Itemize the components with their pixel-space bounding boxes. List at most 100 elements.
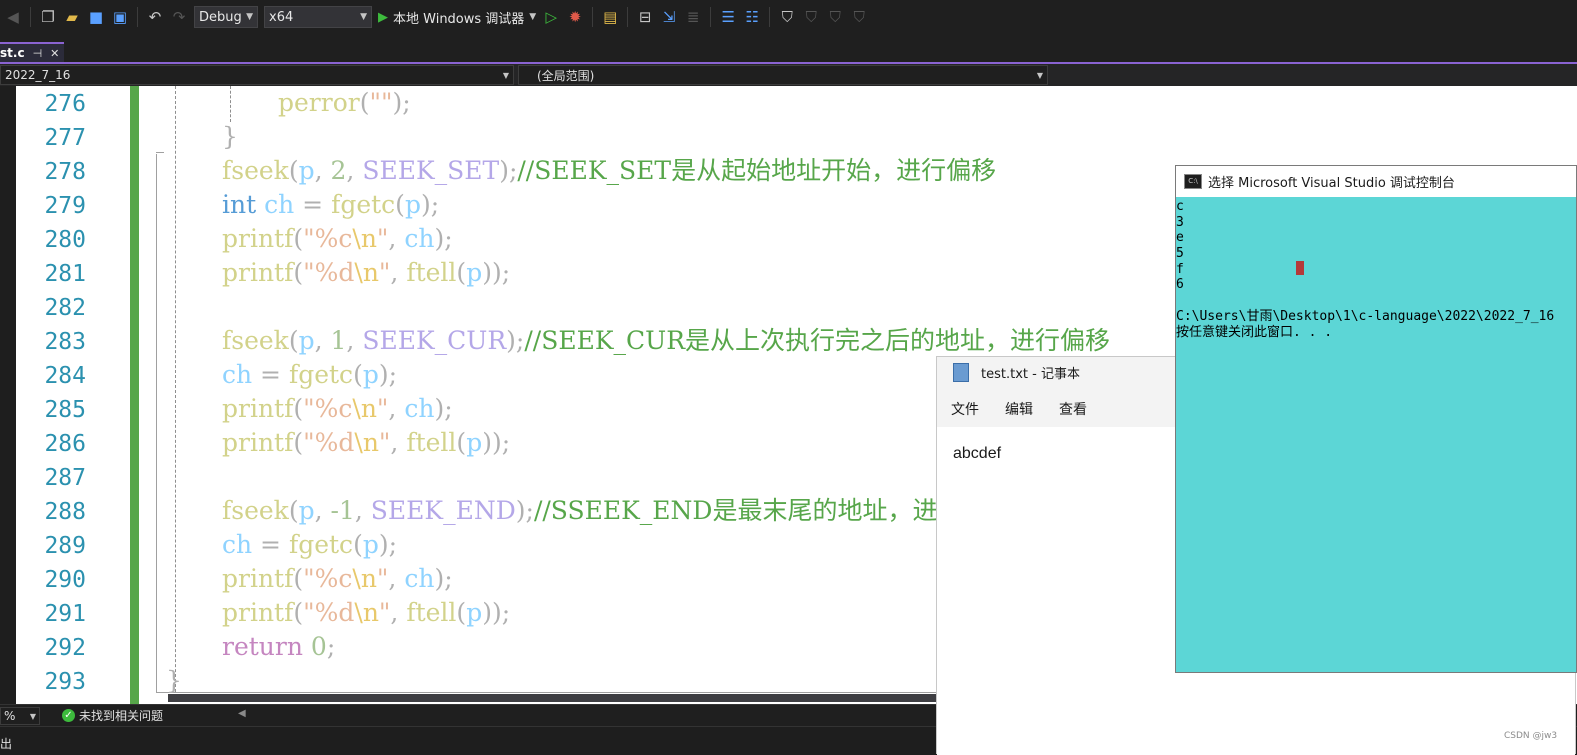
console-line: C:\Users\甘雨\Desktop\1\c-language\2022\20… bbox=[1176, 308, 1555, 324]
step-icon[interactable]: ⇲ bbox=[660, 8, 678, 26]
code-token: ); bbox=[378, 530, 398, 559]
code-token: } bbox=[166, 666, 182, 695]
code-token: " bbox=[378, 428, 391, 457]
line-number: 277 bbox=[44, 125, 86, 151]
config-select[interactable]: Debug ▼ bbox=[194, 6, 258, 28]
console-line: f bbox=[1176, 261, 1184, 277]
debug-console-window[interactable]: C:\ 选择 Microsoft Visual Studio 调试控制台 c 3… bbox=[1175, 165, 1577, 673]
hot-reload-icon[interactable]: ✹ bbox=[566, 8, 584, 26]
toolbar-separator bbox=[769, 7, 771, 27]
code-token: SEEK_CUR bbox=[362, 326, 507, 355]
scroll-left-icon[interactable]: ◀ bbox=[238, 708, 246, 719]
line-number: 292 bbox=[44, 635, 86, 661]
console-line: 6 bbox=[1176, 277, 1184, 293]
code-token: ( bbox=[293, 598, 304, 627]
comment-icon[interactable]: ☷ bbox=[743, 8, 761, 26]
bookmark-next-icon[interactable]: ⛉ bbox=[826, 8, 844, 26]
platform-select[interactable]: x64 ▼ bbox=[264, 6, 372, 28]
code-token: = bbox=[294, 190, 332, 219]
run-label: 本地 Windows 调试器 bbox=[393, 11, 525, 27]
pin-icon[interactable]: ⊣ bbox=[33, 47, 43, 60]
code-token: )); bbox=[482, 258, 511, 287]
code-token: p bbox=[298, 156, 315, 185]
code-token: printf bbox=[222, 428, 294, 457]
code-token: p bbox=[466, 428, 483, 457]
line-number: 281 bbox=[44, 261, 86, 287]
close-icon[interactable]: ✕ bbox=[50, 47, 59, 60]
line-number: 276 bbox=[44, 91, 86, 117]
code-token: p bbox=[298, 326, 315, 355]
indent-icon[interactable]: ☰ bbox=[719, 8, 737, 26]
back-icon[interactable]: ◀ bbox=[4, 8, 22, 26]
code-line: fseek(p, -1, SEEK_END);//SSEEK_END是最末尾的地… bbox=[222, 494, 937, 528]
new-project-icon[interactable]: ❐ bbox=[39, 8, 57, 26]
scope-dropdown[interactable]: (全局范围) ▼ bbox=[518, 65, 1048, 85]
output-label[interactable]: 出 bbox=[0, 735, 12, 752]
bookmark-clear-icon[interactable]: ⛉ bbox=[850, 8, 868, 26]
line-number: 285 bbox=[44, 397, 86, 423]
code-token: \n bbox=[352, 564, 377, 593]
open-file-icon[interactable]: ▰ bbox=[63, 8, 81, 26]
fold-marker bbox=[156, 152, 164, 153]
save-icon[interactable]: ■ bbox=[87, 8, 105, 26]
solution-explorer-icon[interactable]: ▤ bbox=[601, 8, 619, 26]
code-token: )); bbox=[482, 428, 511, 457]
code-token: )); bbox=[482, 598, 511, 627]
code-token: , bbox=[354, 496, 371, 525]
console-output[interactable]: c 3 e 5 f 6 C:\Users\甘雨\Desktop\1\c-lang… bbox=[1176, 199, 1576, 340]
code-token: ( bbox=[288, 156, 299, 185]
code-token: ); bbox=[434, 394, 453, 423]
save-all-icon[interactable]: ▣ bbox=[111, 8, 129, 26]
code-token: p bbox=[466, 258, 483, 287]
menu-file[interactable]: 文件 bbox=[951, 399, 979, 419]
code-token: ( bbox=[293, 564, 304, 593]
notepad-title: test.txt - 记事本 bbox=[981, 366, 1080, 382]
code-token: fgetc bbox=[288, 360, 354, 389]
chevron-down-icon: ▼ bbox=[502, 70, 509, 80]
code-token: , bbox=[390, 428, 407, 457]
code-token: " bbox=[376, 564, 389, 593]
code-token: printf bbox=[222, 598, 294, 627]
bookmark-icon[interactable]: ⛉ bbox=[778, 8, 796, 26]
issues-status[interactable]: ✓ 未找到相关问题 bbox=[62, 707, 163, 724]
code-token: printf bbox=[222, 258, 294, 287]
line-number: 290 bbox=[44, 567, 86, 593]
bookmark-prev-icon[interactable]: ⛉ bbox=[802, 8, 820, 26]
menu-edit[interactable]: 编辑 bbox=[1005, 399, 1033, 419]
notepad-icon bbox=[953, 362, 969, 382]
code-token: , bbox=[314, 156, 331, 185]
code-token: ); bbox=[515, 496, 534, 525]
console-line: 按任意键关闭此窗口. . . bbox=[1176, 324, 1333, 340]
code-token: "" bbox=[369, 88, 393, 117]
code-token: 0 bbox=[310, 632, 327, 661]
start-debugger-button[interactable]: ▶ 本地 Windows 调试器 ▼ bbox=[378, 8, 536, 27]
code-token: , bbox=[390, 258, 407, 287]
code-token: "%c bbox=[303, 394, 353, 423]
code-token: -1 bbox=[330, 496, 355, 525]
console-titlebar[interactable]: C:\ 选择 Microsoft Visual Studio 调试控制台 bbox=[1176, 166, 1576, 197]
redo-icon[interactable]: ↷ bbox=[170, 8, 188, 26]
code-token: SEEK_END bbox=[370, 496, 516, 525]
browser-link-icon[interactable]: ⊟ bbox=[636, 8, 654, 26]
code-token: p bbox=[404, 190, 421, 219]
menu-view[interactable]: 查看 bbox=[1059, 399, 1087, 419]
code-token: p bbox=[298, 496, 315, 525]
code-token: = bbox=[252, 530, 289, 559]
project-name: 2022_7_16 bbox=[5, 68, 71, 82]
code-token: ftell bbox=[406, 258, 457, 287]
code-token: ( bbox=[456, 428, 467, 457]
code-token: "%d bbox=[303, 428, 355, 457]
format-icon[interactable]: ≣ bbox=[684, 8, 702, 26]
document-tabstrip: st.c ⊣ ✕ bbox=[0, 34, 1577, 64]
code-comment: //SEEK_SET是从起始地址开始，进行偏移 bbox=[517, 156, 997, 185]
tab-test-c[interactable]: st.c ⊣ ✕ bbox=[0, 42, 64, 62]
toolbar-separator bbox=[627, 7, 629, 27]
code-token: ); bbox=[378, 360, 398, 389]
undo-icon[interactable]: ↶ bbox=[146, 8, 164, 26]
horizontal-scrollbar[interactable] bbox=[168, 694, 938, 702]
start-without-debug-icon[interactable]: ▷ bbox=[542, 8, 560, 26]
code-token: fseek bbox=[222, 496, 289, 525]
project-dropdown[interactable]: 2022_7_16 ▼ bbox=[0, 65, 514, 85]
zoom-select[interactable]: % ▼ bbox=[0, 707, 40, 725]
